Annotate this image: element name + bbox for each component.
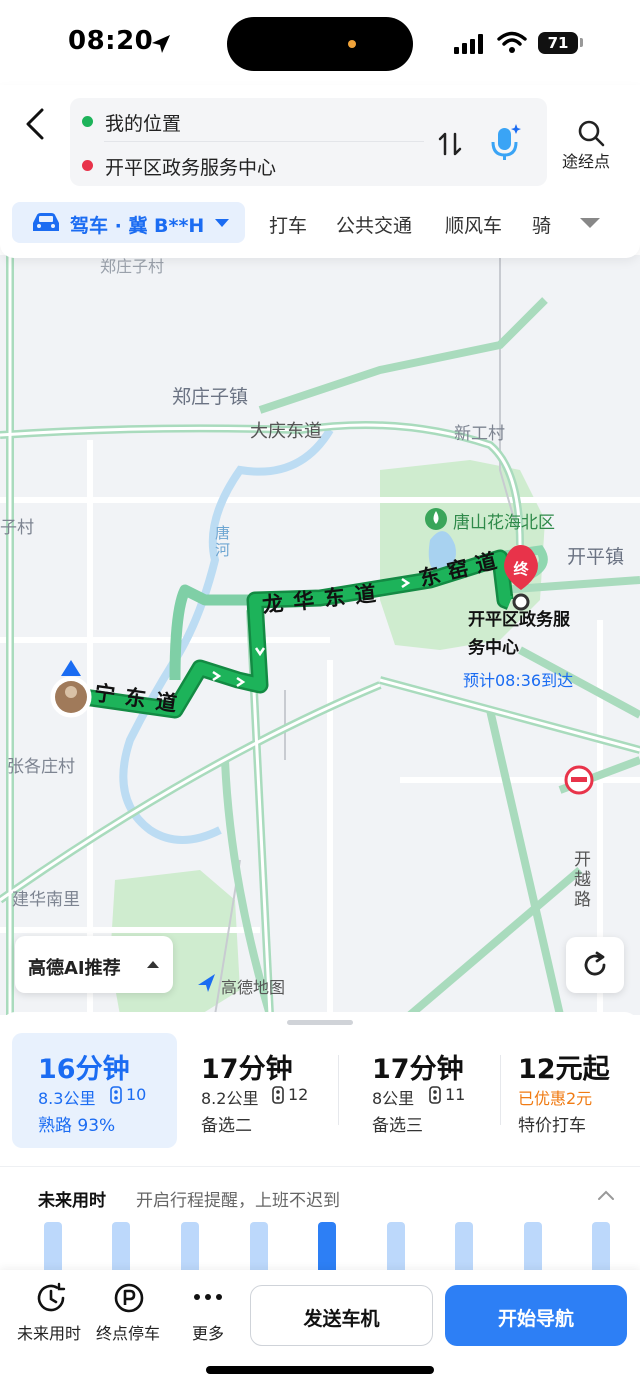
route-1-distance: 8.3公里 (38, 1089, 96, 1108)
back-icon[interactable] (20, 104, 52, 144)
main-roads-outline (0, 255, 640, 1015)
future-time-bar[interactable] (387, 1222, 405, 1270)
heading-arrow-icon (61, 660, 81, 676)
map-label: 唐山花海北区 (453, 513, 555, 533)
home-indicator[interactable] (206, 1366, 434, 1374)
tab-cycling[interactable]: 骑 (532, 211, 556, 238)
amap-logo-text: 高德地图 (221, 978, 286, 997)
map-label: 子村 (0, 518, 34, 538)
future-time-button[interactable]: 未来用时 (17, 1320, 81, 1344)
destination-parking-button[interactable]: 终点停车 (96, 1320, 160, 1344)
more-button[interactable]: 更多 (192, 1320, 224, 1344)
map-label: 建华南里 (12, 890, 80, 910)
future-time-bar[interactable] (44, 1222, 62, 1270)
send-to-car-label: 发送车机 (303, 1308, 380, 1330)
route-3-label: 备选三 (372, 1116, 423, 1136)
map-view[interactable]: 郑庄子村 郑庄子镇 大庆东道 新工村 唐山花海北区 开平镇 子村 唐河 龙华东道… (0, 255, 640, 1015)
route-2-lights: 12 (288, 1085, 309, 1104)
taxi-price: 12元起 (518, 1054, 610, 1085)
future-time-bar[interactable] (181, 1222, 199, 1270)
origin-input[interactable]: 我的位置 (105, 109, 181, 136)
route-3-lights: 11 (445, 1085, 466, 1104)
tab-driving-label: 驾车 · 冀 B**H (70, 215, 205, 237)
map-label: 郑庄子村 (100, 257, 165, 276)
route-3-distance: 8公里 (372, 1089, 415, 1108)
end-marker-label: 终 (513, 560, 529, 578)
route-2-time: 17分钟 (201, 1054, 293, 1085)
destination-label: 开平区政务服 (468, 610, 570, 630)
via-point-button[interactable]: 途经点 (562, 148, 610, 172)
tab-taxi[interactable]: 打车 (269, 211, 307, 238)
chevron-down-icon (215, 219, 229, 227)
map-label: 新工村 (454, 424, 505, 444)
route-1-time: 16分钟 (38, 1054, 130, 1085)
swap-icon[interactable] (438, 130, 462, 158)
voice-assistant-icon[interactable] (488, 122, 522, 162)
route-divider (104, 141, 424, 142)
map-label: 唐河 (215, 524, 231, 559)
privacy-indicator (348, 40, 356, 48)
future-time-bar[interactable] (455, 1222, 473, 1270)
sheet-grabber[interactable] (287, 1020, 353, 1025)
future-time-title: 未来用时 (38, 1191, 106, 1211)
route-1-lights: 10 (126, 1085, 147, 1104)
future-time-bar-current[interactable] (318, 1222, 336, 1270)
car-icon (33, 213, 59, 231)
more-modes-icon[interactable] (578, 216, 602, 230)
taxi-discount: 已优惠2元 (518, 1089, 593, 1108)
battery-tip (580, 38, 583, 47)
destination-input[interactable]: 开平区政务服务中心 (105, 153, 276, 180)
route-separator (500, 1055, 501, 1125)
future-time-icon[interactable] (33, 1280, 69, 1316)
future-time-bar[interactable] (112, 1222, 130, 1270)
origin-dot (82, 116, 93, 127)
status-time: 08:20 (68, 26, 154, 56)
parking-icon[interactable] (113, 1282, 145, 1314)
future-time-bar[interactable] (250, 1222, 268, 1270)
tab-transit[interactable]: 公共交通 (336, 211, 412, 238)
tab-carpool[interactable]: 顺风车 (445, 211, 502, 238)
route-1-familiarity: 熟路 93% (38, 1116, 116, 1136)
future-time-bar[interactable] (524, 1222, 542, 1270)
battery-level: 71 (538, 32, 578, 54)
traffic-light-icon (429, 1086, 441, 1104)
taxi-label: 特价打车 (518, 1116, 586, 1136)
destination-label: 务中心 (468, 638, 519, 658)
traffic-light-icon (110, 1086, 122, 1104)
map-label: 大庆东道 (250, 421, 322, 442)
map-label: 开平镇 (567, 546, 625, 568)
search-icon[interactable] (576, 118, 606, 148)
route-3-time: 17分钟 (372, 1054, 464, 1085)
dynamic-island (227, 17, 413, 71)
ai-recommend-label: 高德AI推荐 (28, 958, 121, 979)
future-time-hint[interactable]: 开启行程提醒，上班不迟到 (136, 1186, 340, 1211)
route-separator (338, 1055, 339, 1125)
future-time-bar[interactable] (592, 1222, 610, 1270)
more-icon[interactable] (193, 1292, 223, 1302)
traffic-light-icon (272, 1086, 284, 1104)
wifi-icon (497, 31, 527, 53)
map-canvas (0, 255, 640, 1015)
refresh-icon (584, 951, 606, 976)
section-divider (0, 1166, 640, 1167)
route-2-label: 备选二 (201, 1116, 252, 1136)
caret-up-icon (147, 961, 159, 968)
map-label: 张各庄村 (7, 757, 75, 777)
start-navigation-label: 开始导航 (497, 1308, 574, 1330)
map-label: 郑庄子镇 (172, 386, 249, 408)
signal-icon (454, 34, 483, 54)
chevron-up-icon[interactable] (596, 1188, 616, 1202)
eta-label: 预计08:36到达 (463, 671, 574, 690)
location-arrow-icon (152, 35, 170, 53)
destination-dot (82, 160, 93, 171)
map-label: 开越路 (574, 850, 591, 910)
route-2-distance: 8.2公里 (201, 1089, 259, 1108)
